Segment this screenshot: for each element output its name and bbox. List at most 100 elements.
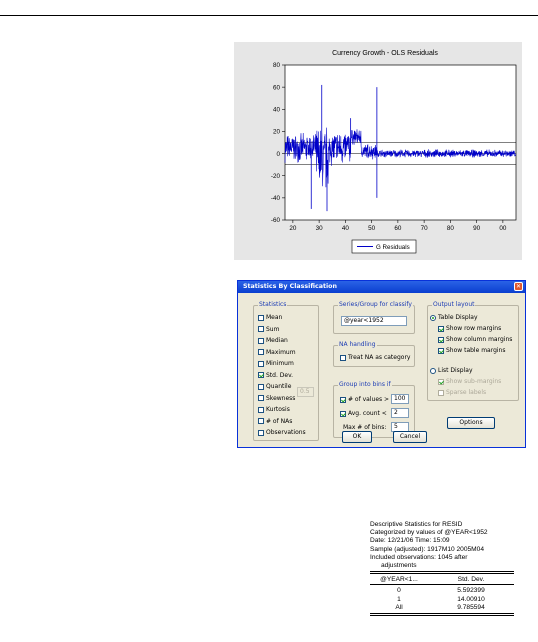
chart-canvas: Currency Growth - OLS Residuals 80 60 40 20… <box>271 50 517 254</box>
x-tick-label: 30 <box>316 225 324 232</box>
legend-label: G Residuals <box>376 244 410 251</box>
table-display-radio[interactable] <box>430 314 436 321</box>
dialog-title: Statistics By Classification <box>243 283 337 290</box>
sparse-labels-label: Sparse labels <box>446 389 487 396</box>
y-tick-label: 0 <box>276 151 280 158</box>
avg-count-checkbox[interactable] <box>340 410 346 417</box>
quantile-field[interactable]: 0.5 <box>297 387 314 397</box>
avg-count-input[interactable]: 2 <box>391 408 409 418</box>
column-margins-checkbox[interactable] <box>438 336 444 343</box>
table-row: 1 14.00910 <box>370 596 514 604</box>
column-margins-label: Show column margins <box>446 336 513 343</box>
table-display-radio-row[interactable]: Table Display <box>430 314 478 322</box>
stat-checkbox[interactable] <box>258 406 264 413</box>
y-tick-label: -20 <box>271 173 281 180</box>
stat-label: Median <box>266 337 288 344</box>
cancel-button[interactable]: Cancel <box>393 431 427 443</box>
column-margins-row[interactable]: Show column margins <box>438 336 512 344</box>
stat-label: Mean <box>266 314 283 321</box>
y-tick-label: 40 <box>273 106 281 113</box>
chart-legend: G Residuals <box>351 239 417 254</box>
list-display-radio[interactable] <box>430 367 436 374</box>
stat-checkbox[interactable] <box>258 395 264 401</box>
stat-minimum-row[interactable]: Minimum <box>258 360 294 368</box>
ok-button[interactable]: OK <box>342 431 372 443</box>
x-tick-label: 00 <box>499 225 507 232</box>
x-tick-label: 90 <box>473 225 481 232</box>
stat-label: Minimum <box>266 360 294 367</box>
close-icon[interactable]: ✕ <box>514 282 523 291</box>
statistics-group-label: Statistics <box>258 301 288 308</box>
row-value: 14.00910 <box>457 595 485 603</box>
output-layout-group: Output layout Table Display Show row mar… <box>427 301 519 401</box>
table-header-rule <box>370 584 514 586</box>
row-label: 0 <box>397 587 401 595</box>
output-line-categorized: Categorized by values of @YEAR<1952 <box>370 529 488 537</box>
stat-std-dev-row[interactable]: Std. Dev. <box>258 372 293 380</box>
row-value: 9.785594 <box>457 603 485 611</box>
table-margins-row[interactable]: Show table margins <box>438 347 506 355</box>
column-header-group: @YEAR<1... <box>380 576 418 584</box>
sparse-labels-checkbox[interactable] <box>438 389 444 396</box>
y-tick-label: 80 <box>273 62 281 69</box>
stat-checkbox[interactable] <box>258 372 264 378</box>
output-line-title: Descriptive Statistics for RESID <box>370 521 463 528</box>
treat-na-label: Treat NA as category <box>348 354 411 361</box>
stat-label: Std. Dev. <box>266 371 294 379</box>
series-group: Series/Group for classify @year<1952 <box>333 301 415 334</box>
stat-kurtosis-row[interactable]: Kurtosis <box>258 406 290 414</box>
stat-checkbox[interactable] <box>258 314 264 321</box>
x-tick-label: 40 <box>342 225 350 232</box>
stat-median-row[interactable]: Median <box>258 337 288 345</box>
row-label: All <box>395 603 403 611</box>
stat-checkbox[interactable] <box>258 418 264 424</box>
row-margins-checkbox[interactable] <box>438 325 444 332</box>
stat-quantile-row[interactable]: Quantile <box>258 383 291 391</box>
stat-checkbox[interactable] <box>258 360 264 367</box>
treat-na-checkbox-row[interactable]: Treat NA as category <box>340 354 410 362</box>
stat-of-nas-row[interactable]: # of NAs <box>258 418 292 426</box>
sub-margins-row[interactable]: Show sub-margins <box>438 378 501 386</box>
output-line-adjustments: adjustments <box>381 562 417 570</box>
row-value: 5.592399 <box>457 587 485 595</box>
stat-observations-row[interactable]: Observations <box>258 429 306 437</box>
stat-checkbox[interactable] <box>258 383 264 390</box>
stat-label: Sum <box>266 325 280 333</box>
stat-skewness-row[interactable]: Skewness <box>258 395 295 403</box>
stat-mean-row[interactable]: Mean <box>258 314 282 322</box>
options-button[interactable]: Options <box>447 417 495 429</box>
na-handling-group: NA handling Treat NA as category <box>333 341 415 367</box>
bins-group-label: Group into bins if <box>338 381 392 388</box>
list-display-radio-row[interactable]: List Display <box>430 367 473 375</box>
stat-checkbox[interactable] <box>258 349 264 355</box>
statistics-by-classification-dialog: Statistics By Classification ✕ Statistic… <box>237 280 526 448</box>
stats-table: @YEAR<1... Std. Dev. <box>370 576 514 584</box>
sparse-labels-row[interactable]: Sparse labels <box>438 389 486 397</box>
series-input[interactable]: @year<1952 <box>341 316 407 326</box>
stats-table-body: 0 5.592399 1 14.00910 All 9.785594 <box>370 587 514 612</box>
table-margins-checkbox[interactable] <box>438 347 444 354</box>
dialog-titlebar[interactable]: Statistics By Classification ✕ <box>238 281 525 293</box>
output-line-date: Date: 12/21/06 Time: 15:09 <box>370 537 450 545</box>
descriptive-statistics-output: Descriptive Statistics for RESID Categor… <box>370 521 520 617</box>
stat-maximum-row[interactable]: Maximum <box>258 349 296 357</box>
stat-checkbox[interactable] <box>258 429 264 436</box>
row-margins-row[interactable]: Show row margins <box>438 325 501 333</box>
sub-margins-checkbox[interactable] <box>438 378 444 385</box>
treat-na-checkbox[interactable] <box>340 354 346 361</box>
output-line-observations: Included observations: 1045 after <box>370 553 468 561</box>
values-checkbox[interactable] <box>340 396 346 403</box>
statistics-group: Statistics Mean Sum Median Maximum Minimum St… <box>253 301 319 441</box>
values-label: # of values > <box>348 396 390 403</box>
x-tick-label: 80 <box>447 225 455 232</box>
y-tick-label: 20 <box>273 129 281 136</box>
x-tick-label: 70 <box>421 225 429 232</box>
stat-label: Skewness <box>266 394 296 402</box>
avg-count-checkbox-row[interactable]: Avg. count < <box>340 410 387 418</box>
stat-sum-row[interactable]: Sum <box>258 326 279 334</box>
values-checkbox-row[interactable]: # of values > <box>340 396 389 404</box>
table-top-rule <box>370 571 514 575</box>
stat-checkbox[interactable] <box>258 337 264 344</box>
stat-checkbox[interactable] <box>258 326 264 332</box>
values-input[interactable]: 100 <box>391 394 409 404</box>
